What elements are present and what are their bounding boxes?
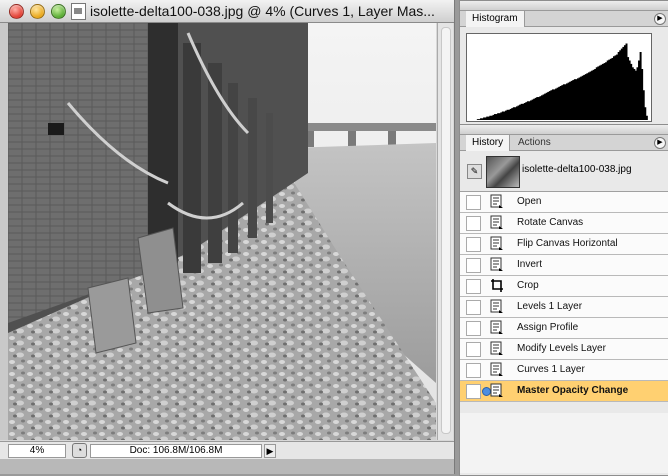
history-brush-source-icon[interactable]: ✎: [467, 164, 482, 179]
version-cue-icon[interactable]: ◔: [72, 443, 87, 458]
zoom-window-button[interactable]: [51, 4, 66, 19]
history-state-icon: [490, 236, 504, 251]
history-state-row[interactable]: Crop: [460, 276, 668, 297]
history-brush-source-checkbox[interactable]: [466, 237, 481, 252]
history-state-icon: [490, 215, 504, 230]
minimize-window-button[interactable]: [30, 4, 45, 19]
history-brush-source-checkbox[interactable]: [466, 363, 481, 378]
history-state-icon: [490, 257, 504, 272]
histogram-bar: [645, 115, 648, 120]
history-state-label: Crop: [517, 280, 539, 291]
history-brush-source-checkbox[interactable]: [466, 300, 481, 315]
status-bar: 4% ◔ Doc: 106.8M/106.8M ▶: [0, 441, 454, 460]
close-window-button[interactable]: [9, 4, 24, 19]
history-state-icon: [490, 194, 504, 209]
document-title-bar[interactable]: isolette-delta100-038.jpg @ 4% (Curves 1…: [0, 0, 454, 23]
palette-menu-icon[interactable]: ▶: [654, 13, 666, 25]
history-state-icon: [490, 299, 504, 314]
vertical-scrollbar[interactable]: [437, 23, 453, 440]
history-state-row[interactable]: Rotate Canvas: [460, 213, 668, 234]
history-state-label: Levels 1 Layer: [517, 301, 583, 312]
history-state-row[interactable]: Master Opacity Change: [460, 381, 668, 402]
history-palette: History Actions ▶ ✎ isolette-delta100-03…: [459, 124, 668, 476]
history-brush-source-checkbox[interactable]: [466, 216, 481, 231]
history-brush-source-checkbox[interactable]: [466, 279, 481, 294]
history-state-label: Invert: [517, 259, 543, 270]
history-state-icon: [490, 341, 504, 356]
history-state-label: Modify Levels Layer: [517, 343, 606, 354]
canvas-left-margin: [0, 23, 8, 440]
crop-icon: [490, 278, 504, 293]
history-brush-source-checkbox[interactable]: [466, 384, 481, 399]
palette-drag-bar[interactable]: [460, 1, 668, 11]
image-canvas[interactable]: [8, 23, 436, 440]
history-state-row[interactable]: Flip Canvas Horizontal: [460, 234, 668, 255]
history-state-list: Open Rotate Canvas Flip Canvas Horizontal I…: [460, 192, 668, 402]
histogram-graph: [466, 33, 652, 122]
palette-drag-bar[interactable]: [460, 125, 668, 135]
history-state-icon: [490, 383, 504, 398]
history-state-icon: [490, 362, 504, 377]
tab-histogram[interactable]: Histogram: [466, 11, 525, 27]
history-brush-source-checkbox[interactable]: [466, 258, 481, 273]
history-list-empty-area: [460, 413, 668, 473]
history-brush-source-checkbox[interactable]: [466, 321, 481, 336]
history-state-row[interactable]: Open: [460, 192, 668, 213]
tab-actions[interactable]: Actions: [512, 135, 557, 150]
vertical-scroll-track[interactable]: [441, 27, 451, 434]
window-bottom-area: [0, 459, 454, 474]
photo-thames-foreshore: [8, 23, 436, 440]
histogram-tab-bar: Histogram ▶: [460, 11, 668, 27]
history-state-label: Open: [517, 196, 542, 207]
history-state-row[interactable]: Curves 1 Layer: [460, 360, 668, 381]
history-state-row[interactable]: Levels 1 Layer: [460, 297, 668, 318]
tab-history[interactable]: History: [466, 135, 511, 151]
document-proxy-icon[interactable]: [71, 3, 86, 20]
history-state-row[interactable]: Assign Profile: [460, 318, 668, 339]
document-title: isolette-delta100-038.jpg @ 4% (Curves 1…: [90, 3, 435, 19]
document-window: isolette-delta100-038.jpg @ 4% (Curves 1…: [0, 0, 455, 474]
snapshot-name: isolette-delta100-038.jpg: [522, 164, 632, 175]
history-state-label: Curves 1 Layer: [517, 364, 585, 375]
history-state-label: Flip Canvas Horizontal: [517, 238, 618, 249]
history-state-row[interactable]: Modify Levels Layer: [460, 339, 668, 360]
history-brush-source-checkbox[interactable]: [466, 342, 481, 357]
snapshot-thumbnail: [486, 156, 520, 188]
history-state-icon: [490, 320, 504, 335]
status-menu-arrow-icon[interactable]: ▶: [264, 444, 276, 458]
history-snapshot[interactable]: ✎ isolette-delta100-038.jpg: [460, 152, 668, 192]
history-tab-bar: History Actions ▶: [460, 135, 668, 151]
history-brush-source-checkbox[interactable]: [466, 195, 481, 210]
document-size-readout: Doc: 106.8M/106.8M: [90, 444, 262, 458]
history-state-label: Master Opacity Change: [517, 385, 629, 396]
history-state-row[interactable]: Invert: [460, 255, 668, 276]
histogram-chart: [476, 43, 648, 121]
histogram-palette: Histogram ▶: [459, 0, 668, 126]
palette-menu-icon[interactable]: ▶: [654, 137, 666, 149]
history-state-label: Rotate Canvas: [517, 217, 584, 228]
history-state-label: Assign Profile: [517, 322, 579, 333]
zoom-level-field[interactable]: 4%: [8, 444, 66, 458]
